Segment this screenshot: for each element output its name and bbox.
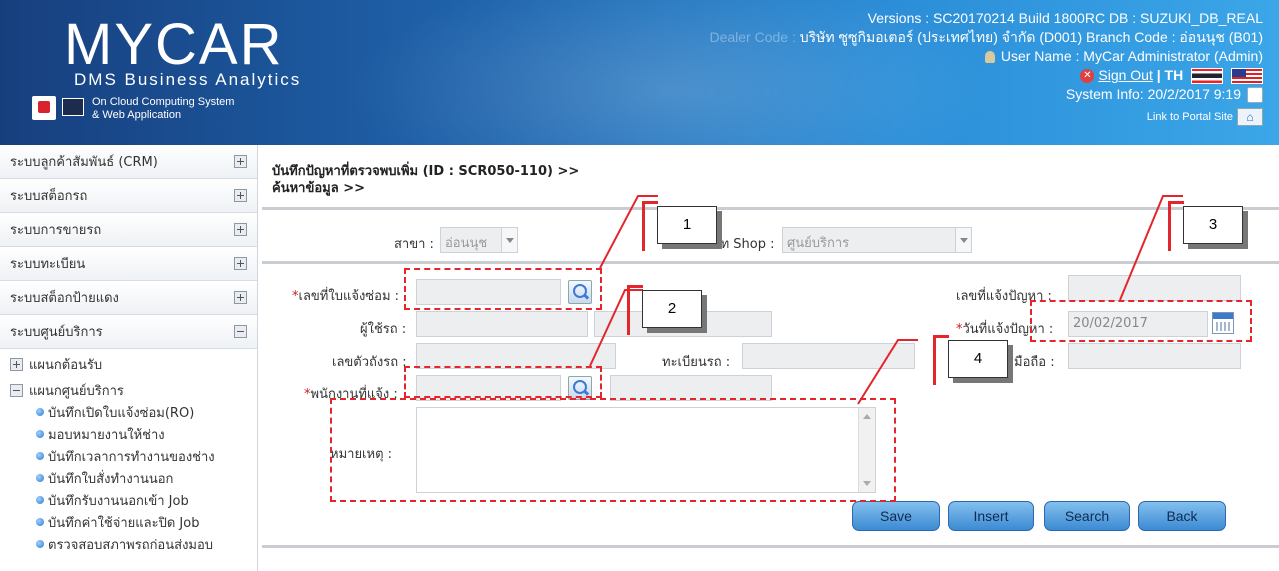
callout-3: 3 [1168, 201, 1243, 251]
callout-2: 2 [627, 285, 702, 335]
leader-line-1 [599, 195, 658, 269]
callout-1: 1 [642, 201, 717, 251]
callout-4: 4 [933, 335, 1008, 385]
leader-line-2 [589, 289, 643, 367]
leader-line-3 [1119, 195, 1183, 301]
leader-line-4 [857, 339, 918, 405]
